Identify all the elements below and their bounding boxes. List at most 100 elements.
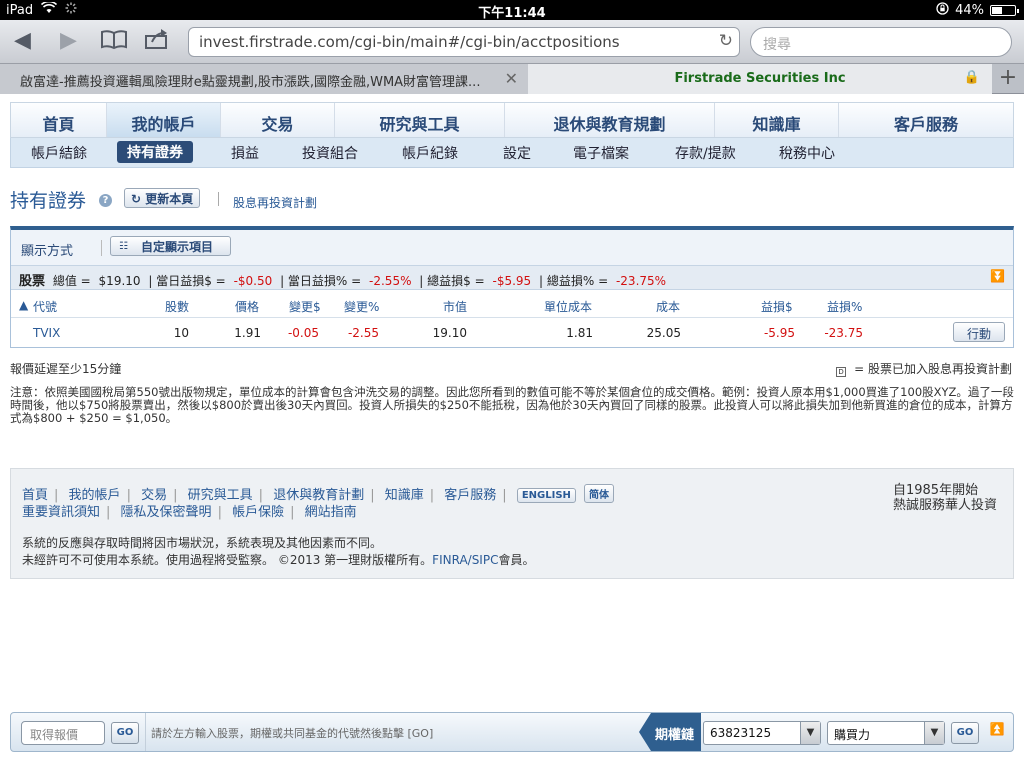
header-gain-pct[interactable]: 益損%: [827, 298, 862, 315]
subnav-account-history[interactable]: 帳戶紀錄: [402, 143, 458, 163]
footer: 首頁 | 我的帳戶 | 交易 | 研究與工具 | 退休與教育計劃 | 知識庫 | 客戶服務 |…: [10, 468, 1014, 579]
status-time: 下午11:44: [478, 6, 546, 21]
ios-status-bar: iPad 下午11:44 44%: [0, 0, 1024, 21]
refresh-icon: ↻: [131, 192, 142, 206]
nav-customer-service[interactable]: 客戶服務: [839, 103, 1013, 137]
summary-label: 總益損$ =: [427, 274, 485, 288]
simplified-chinese-button[interactable]: 简体: [584, 484, 615, 503]
nav-my-account[interactable]: 我的帳戶: [107, 103, 221, 137]
nav-knowledge[interactable]: 知識庫: [715, 103, 839, 137]
header-change-pct[interactable]: 變更%: [344, 298, 379, 315]
grid-icon: ☷: [119, 241, 128, 252]
summary-total-gain-pct: -23.75%: [615, 274, 667, 288]
sub-nav: 帳戶結餘 持有證券 損益 投資組合 帳戶紀錄 設定 電子檔案 存款/提款 稅務中…: [10, 138, 1014, 168]
summary-label: 當日益損$ =: [156, 274, 226, 288]
cell-qty: 10: [173, 326, 189, 340]
battery-icon: [990, 5, 1019, 16]
display-options-bar: 顯示方式 ☷ 自定顯示項目: [11, 230, 1013, 266]
footer-link-knowledge[interactable]: 知識庫: [385, 488, 424, 503]
english-button[interactable]: ENGLISH: [516, 488, 576, 503]
positions-panel: 顯示方式 ☷ 自定顯示項目 股票 總值 = $19.10 | 當日益損$ = -…: [10, 226, 1014, 348]
cell-unit-cost: 1.81: [566, 326, 593, 340]
subnav-balances[interactable]: 帳戶結餘: [31, 143, 87, 163]
cell-symbol[interactable]: TVIX: [33, 326, 60, 340]
account-select[interactable]: 63823125 ▼: [703, 721, 821, 745]
table-row: TVIX 10 1.91 -0.05 -2.55 19.10 1.81 25.0…: [11, 318, 1013, 348]
subnav-portfolio[interactable]: 投資組合: [302, 143, 358, 163]
expand-icon[interactable]: ⏬: [990, 269, 1005, 283]
wash-sale-disclaimer: 注意：依照美國國稅局第550號出版物規定，單位成本的計算會包含沖洗交易的調整。因…: [10, 385, 1014, 425]
search-input[interactable]: 搜尋: [750, 27, 1012, 57]
option-chain-label: 期權鏈: [639, 713, 701, 751]
balance-type-select[interactable]: 購買力 ▼: [827, 721, 945, 745]
forward-icon[interactable]: ▶: [60, 28, 77, 54]
help-icon[interactable]: ?: [99, 194, 112, 207]
footer-link-service[interactable]: 客戶服務: [444, 488, 496, 503]
tab-inactive[interactable]: 啟富達-推薦投資邏輯風險理財e點靈規劃,股市漲跌,國際金融,WMA財富管理課..…: [0, 64, 528, 94]
footer-link-site-guide[interactable]: 網站指南: [305, 505, 357, 520]
page-title: 持有證券: [10, 190, 87, 212]
quote-symbol-input[interactable]: 取得報價: [21, 721, 105, 745]
custom-columns-button[interactable]: ☷ 自定顯示項目: [110, 236, 231, 256]
header-unit-cost[interactable]: 單位成本: [544, 298, 592, 315]
account-number: 63823125: [710, 726, 772, 740]
cell-change-pct: -2.55: [347, 326, 379, 340]
collapse-icon[interactable]: ⏫: [987, 722, 1007, 742]
custom-columns-label: 自定顯示項目: [141, 240, 214, 254]
reload-icon[interactable]: ↻: [719, 31, 733, 51]
nav-trade[interactable]: 交易: [221, 103, 335, 137]
quote-go-button[interactable]: GO: [111, 722, 139, 744]
sort-asc-icon[interactable]: ▲: [19, 298, 28, 312]
nav-retirement-education[interactable]: 退休與教育規劃: [505, 103, 715, 137]
refresh-label: 更新本頁: [145, 192, 194, 206]
subnav-settings[interactable]: 設定: [503, 143, 531, 163]
header-qty[interactable]: 股數: [165, 298, 189, 315]
summary-day-gain: -$0.50: [233, 274, 273, 288]
drip-legend: D = 股票已加入股息再投資計劃: [836, 360, 1012, 377]
new-tab-button[interactable]: +: [992, 64, 1024, 94]
subnav-positions[interactable]: 持有證券: [117, 141, 193, 163]
refresh-page-button[interactable]: ↻ 更新本頁: [124, 188, 201, 208]
action-button[interactable]: 行動: [953, 322, 1005, 342]
cell-gain: -5.95: [763, 326, 795, 340]
cell-market-value: 19.10: [432, 326, 467, 340]
header-price[interactable]: 價格: [235, 298, 259, 315]
bookmarks-icon[interactable]: [100, 28, 128, 57]
system-note: 系統的反應與存取時間將因市場狀況，系統表現及其他因素而不同。: [22, 536, 383, 550]
cell-cost: 25.05: [646, 326, 681, 340]
balance-go-button[interactable]: GO: [951, 722, 979, 744]
chevron-down-icon: ▼: [800, 722, 820, 744]
battery-percent: 44%: [955, 3, 984, 18]
header-symbol[interactable]: 代號: [33, 298, 57, 315]
share-icon[interactable]: [144, 28, 170, 57]
footer-link-privacy[interactable]: 隱私及保密聲明: [121, 505, 212, 520]
lock-icon: 🔒: [963, 70, 980, 85]
summary-label: 當日益損% =: [287, 274, 362, 288]
footer-link-important-info[interactable]: 重要資訊須知: [22, 505, 100, 520]
summary-day-gain-pct: -2.55%: [369, 274, 412, 288]
url-text: invest.firstrade.com/cgi-bin/main#/cgi-b…: [199, 33, 620, 51]
footer-links-row2: 重要資訊須知 | 隱私及保密聲明 | 帳戶保險 | 網站指南: [22, 505, 357, 520]
tab-active[interactable]: Firstrade Securities Inc 🔒: [528, 64, 992, 94]
url-field[interactable]: invest.firstrade.com/cgi-bin/main#/cgi-b…: [188, 27, 740, 57]
nav-home[interactable]: 首頁: [11, 103, 107, 137]
chevron-down-icon: ▼: [924, 722, 944, 744]
cell-change: -0.05: [287, 326, 319, 340]
header-change[interactable]: 變更$: [289, 298, 321, 315]
subnav-deposit-withdraw[interactable]: 存款/提款: [675, 143, 736, 163]
subnav-tax-center[interactable]: 稅務中心: [779, 143, 835, 163]
footer-link-account-insurance[interactable]: 帳戶保險: [232, 505, 284, 520]
quote-delay-note: 報價延遲至少15分鐘: [10, 362, 122, 376]
nav-research-tools[interactable]: 研究與工具: [335, 103, 505, 137]
subnav-gain-loss[interactable]: 損益: [231, 143, 259, 163]
header-cost[interactable]: 成本: [656, 298, 680, 315]
table-header: ▲ 代號 股數 價格 變更$ 變更% 市值 單位成本 成本 益損$ 益損%: [11, 290, 1013, 318]
subnav-e-documents[interactable]: 電子檔案: [573, 143, 629, 163]
header-gain[interactable]: 益損$: [761, 298, 793, 315]
drip-plan-link[interactable]: 股息再投資計劃: [233, 194, 317, 211]
display-mode-label: 顯示方式: [21, 244, 74, 259]
finra-sipc-link[interactable]: FINRA/SIPC: [432, 553, 498, 567]
header-market-value[interactable]: 市值: [443, 298, 467, 315]
back-icon[interactable]: ◀: [14, 28, 31, 54]
close-tab-icon[interactable]: ✕: [505, 69, 518, 88]
